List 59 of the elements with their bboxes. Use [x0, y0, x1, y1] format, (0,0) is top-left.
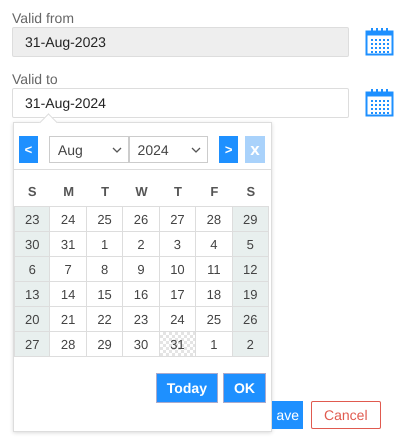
day-cell[interactable]: 25 [196, 307, 233, 332]
day-cell[interactable]: 3 [160, 232, 196, 257]
weekday-header: S [245, 182, 256, 200]
day-cell[interactable]: 30 [123, 332, 160, 357]
day-cell[interactable]: 19 [232, 282, 269, 307]
weekday-header: T [172, 182, 183, 200]
day-cell[interactable]: 2 [232, 332, 269, 357]
year-select[interactable]: 2024 [128, 136, 208, 163]
day-cell[interactable]: 5 [232, 232, 269, 257]
day-cell[interactable]: 8 [86, 257, 124, 282]
cancel-button[interactable]: Cancel [311, 401, 381, 429]
day-cell[interactable]: 7 [50, 257, 87, 282]
day-cell[interactable]: 31 [160, 332, 196, 357]
weekday-header: M [62, 182, 76, 200]
day-cell[interactable]: 15 [86, 282, 124, 307]
day-cell[interactable]: 13 [14, 282, 50, 307]
day-cell[interactable]: 26 [123, 206, 160, 232]
day-cell[interactable]: 1 [86, 232, 124, 257]
day-cell[interactable]: 9 [123, 257, 160, 282]
day-cell[interactable]: 4 [196, 232, 233, 257]
field-label: Valid to [12, 71, 59, 88]
date-field[interactable]: 31-Aug-2024 [12, 88, 349, 118]
day-cell[interactable]: 1 [196, 332, 233, 357]
day-cell[interactable]: 21 [50, 307, 87, 332]
day-cell[interactable]: 29 [232, 206, 269, 232]
calendar-icon[interactable] [365, 89, 394, 117]
field-label: Valid from [12, 10, 75, 27]
day-cell[interactable]: 2 [123, 232, 160, 257]
day-cell[interactable]: 23 [123, 307, 160, 332]
chevron-down-icon [191, 146, 202, 152]
day-cell[interactable]: 29 [86, 332, 124, 357]
day-cell[interactable]: 17 [160, 282, 196, 307]
day-cell[interactable]: 24 [50, 206, 87, 232]
day-cell[interactable]: 25 [86, 206, 124, 232]
day-cell[interactable]: 28 [50, 332, 87, 357]
month-select[interactable]: Aug [48, 136, 129, 163]
day-cell[interactable]: 27 [160, 206, 196, 232]
day-cell[interactable]: 16 [123, 282, 160, 307]
day-cell[interactable]: 30 [14, 232, 50, 257]
weekday-header: W [134, 182, 149, 200]
day-cell[interactable]: 11 [196, 257, 233, 282]
day-cell[interactable]: 12 [232, 257, 269, 282]
day-cell[interactable]: 22 [86, 307, 124, 332]
chevron-down-icon [112, 146, 122, 152]
calendar-icon[interactable] [365, 28, 394, 56]
weekday-header: T [100, 182, 110, 200]
day-cell[interactable]: 26 [232, 307, 269, 332]
day-cell[interactable]: 24 [160, 307, 196, 332]
weekday-header: F [209, 182, 220, 200]
day-cell[interactable]: 20 [14, 307, 50, 332]
day-cell[interactable]: 31 [50, 232, 87, 257]
day-cell[interactable]: 10 [160, 257, 196, 282]
day-cell[interactable]: 28 [196, 206, 233, 232]
weekday-header: S [26, 182, 38, 200]
day-cell[interactable]: 18 [196, 282, 233, 307]
day-cell[interactable]: 14 [50, 282, 87, 307]
day-cell[interactable]: 27 [14, 332, 50, 357]
day-cell[interactable]: 23 [14, 206, 50, 232]
day-cell[interactable]: 6 [14, 257, 50, 282]
